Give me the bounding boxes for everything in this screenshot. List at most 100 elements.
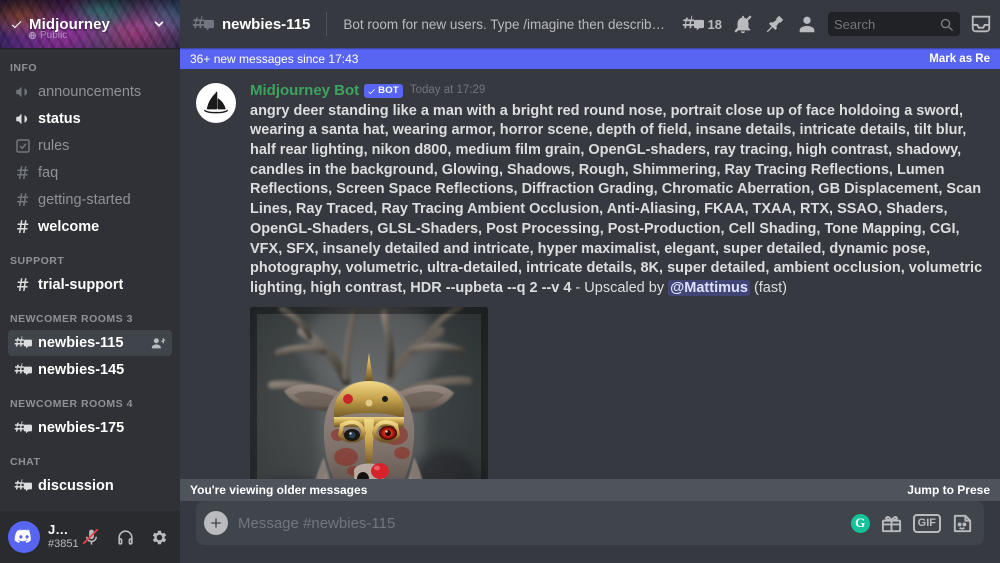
members-icon[interactable]	[796, 12, 818, 36]
sidebar-item-announcements[interactable]: announcements	[8, 79, 172, 105]
message-prompt: angry deer standing like a man with a br…	[250, 102, 983, 296]
generated-image[interactable]	[250, 306, 488, 501]
main-content: newbies-115 Bot room for new users. Type…	[180, 0, 1000, 563]
older-messages-bar[interactable]: You're viewing older messages Jump to Pr…	[180, 479, 1000, 501]
sidebar-item-label: newbies-145	[38, 362, 125, 378]
sidebar-item-label: welcome	[38, 219, 100, 235]
channel-category[interactable]: NEWCOMER ROOMS 3	[0, 299, 180, 329]
rules-icon	[14, 137, 32, 155]
threads-count: 18	[707, 16, 722, 32]
sidebar-item-label: trial-support	[38, 277, 124, 293]
avatar[interactable]	[196, 83, 236, 123]
sidebar-item-label: faq	[38, 165, 59, 181]
gif-button[interactable]: GIF	[912, 513, 941, 533]
user-info[interactable]: Joe CB #3851	[48, 523, 79, 551]
channel-topic[interactable]: Bot room for new users. Type /imagine th…	[343, 17, 665, 32]
chevron-down-icon[interactable]	[152, 17, 166, 31]
hash-thread-icon	[14, 361, 32, 379]
search-input[interactable]: Search	[828, 12, 960, 36]
channel-topic-text: Bot room for new users. Type /imagine th…	[343, 16, 665, 32]
composer-area: Message #newbies-115 G GIF	[180, 501, 1000, 563]
announcement-icon	[14, 110, 32, 128]
hash-thread-icon	[14, 334, 32, 352]
unread-messages-banner[interactable]: 36+ new messages since 17:43 Mark as Re	[180, 48, 1000, 69]
sidebar-item-label: getting-started	[38, 192, 131, 208]
user-discriminator: #3851	[48, 538, 79, 551]
search-placeholder: Search	[834, 16, 876, 32]
deer-artwork	[250, 306, 488, 501]
hash-icon	[14, 218, 32, 236]
gift-icon[interactable]	[880, 512, 903, 535]
headphones-icon[interactable]	[112, 524, 138, 550]
message-author[interactable]: Midjourney Bot	[250, 81, 359, 101]
channel-category[interactable]: INFO	[0, 60, 180, 78]
inbox-icon[interactable]	[970, 12, 992, 36]
hash-thread-icon	[14, 419, 32, 437]
message-timestamp: Today at 17:29	[409, 84, 486, 97]
bell-muted-icon[interactable]	[732, 12, 754, 36]
sidebar-item-faq[interactable]: faq	[8, 160, 172, 186]
sticker-icon[interactable]	[951, 512, 974, 535]
sidebar-item-getting-started[interactable]: getting-started	[8, 187, 172, 213]
message-upscale-suffix: (fast)	[749, 279, 787, 296]
message-input[interactable]: Message #newbies-115	[238, 515, 841, 532]
mic-muted-icon[interactable]	[78, 524, 104, 550]
sidebar-item-label: discussion	[38, 478, 114, 494]
sidebar-item-newbies-175[interactable]: newbies-175	[8, 415, 172, 441]
hash-icon	[14, 164, 32, 182]
channel-category[interactable]: NEWCOMER ROOMS 4	[0, 384, 180, 414]
user-panel: Joe CB #3851	[0, 511, 180, 563]
server-subtitle-text: Public	[40, 30, 68, 41]
verified-check-icon	[368, 88, 376, 94]
sidebar-item-status[interactable]: status	[8, 106, 172, 132]
plus-icon[interactable]	[204, 511, 228, 535]
discord-app: Midjourney Public INFO announcements statu…	[0, 0, 1000, 563]
older-messages-text: You're viewing older messages	[190, 483, 368, 497]
message-header: Midjourney Bot BOT Today at 17:29	[250, 81, 988, 101]
message-content: angry deer standing like a man with a br…	[250, 102, 988, 299]
channel-list[interactable]: INFO announcements status rules faq getting-s…	[0, 48, 180, 511]
sidebar-item-rules[interactable]: rules	[8, 133, 172, 159]
pin-icon[interactable]	[764, 12, 786, 36]
avatar[interactable]	[8, 521, 40, 553]
user-name: Joe CB	[48, 523, 70, 538]
mention-user[interactable]: @Mattimus	[668, 279, 750, 296]
channel-category[interactable]: SUPPORT	[0, 241, 180, 271]
channel-category[interactable]: CHAT	[0, 442, 180, 472]
server-subtitle: Public	[28, 30, 67, 41]
unread-banner-text: 36+ new messages since 17:43	[190, 51, 359, 66]
announcement-icon	[14, 83, 32, 101]
message-item: Midjourney Bot BOT Today at 17:29 angry …	[180, 77, 1000, 501]
mark-as-read-button[interactable]: Mark as Re	[929, 53, 990, 65]
topbar-actions: 18 Search	[682, 12, 992, 36]
sidebar-item-discussion[interactable]: discussion	[8, 473, 172, 499]
threads-icon[interactable]: 18	[682, 12, 722, 36]
sidebar-item-label: newbies-175	[38, 420, 125, 436]
add-member-icon[interactable]	[150, 335, 166, 351]
channel-topbar: newbies-115 Bot room for new users. Type…	[180, 0, 1000, 48]
sidebar-item-newbies-115[interactable]: newbies-115	[8, 330, 172, 356]
sidebar-item-label: rules	[38, 138, 70, 154]
jump-to-present-button[interactable]: Jump to Prese	[907, 483, 990, 497]
message-upscale-prefix: - Upscaled by	[571, 279, 669, 296]
grammarly-icon[interactable]: G	[850, 513, 870, 533]
message-list: Midjourney Bot BOT Today at 17:29 angry …	[180, 69, 1000, 501]
sidebar-item-label: announcements	[38, 84, 142, 100]
bot-badge: BOT	[364, 83, 403, 98]
channel-sidebar: Midjourney Public INFO announcements statu…	[0, 0, 180, 563]
sidebar-item-trial-support[interactable]: trial-support	[8, 272, 172, 298]
gear-icon[interactable]	[146, 524, 172, 550]
server-header[interactable]: Midjourney Public	[0, 0, 180, 48]
topbar-divider	[326, 12, 328, 36]
message-composer[interactable]: Message #newbies-115 G GIF	[196, 501, 984, 545]
channel-title: newbies-115	[222, 15, 311, 33]
hash-icon	[14, 191, 32, 209]
hash-thread-icon	[14, 477, 32, 495]
hash-icon	[14, 276, 32, 294]
server-verified-check-icon	[10, 18, 23, 31]
hash-thread-icon	[192, 13, 214, 35]
sidebar-item-newbies-145[interactable]: newbies-145	[8, 357, 172, 383]
search-icon	[940, 18, 953, 31]
sidebar-item-welcome[interactable]: welcome	[8, 214, 172, 240]
sidebar-item-label: status	[38, 111, 81, 127]
